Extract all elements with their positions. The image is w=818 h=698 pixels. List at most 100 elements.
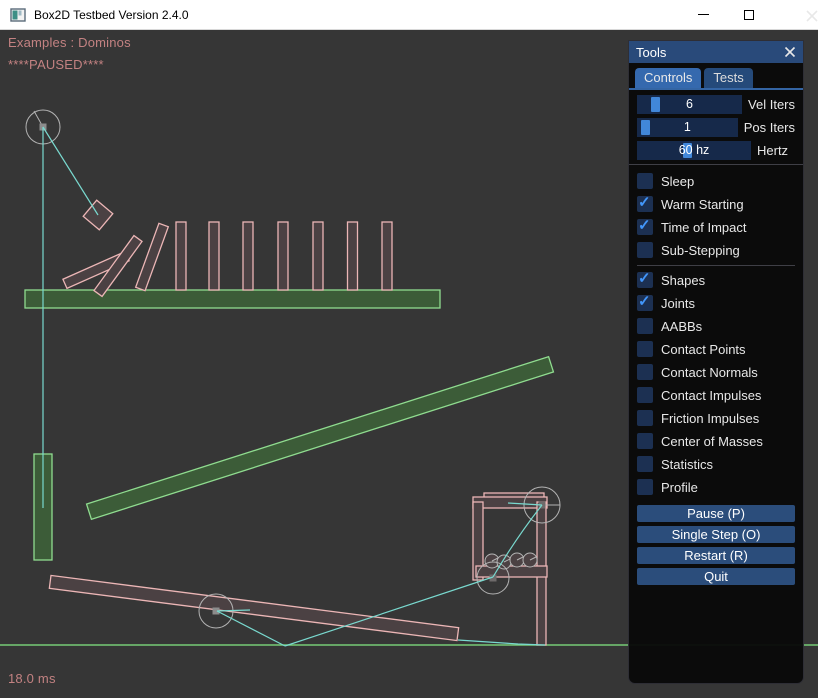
checkbox[interactable]: ✓ [637,196,653,212]
domino-fallen-3 [136,223,169,290]
checkbox[interactable] [637,242,653,258]
tools-panel-title: Tools [636,45,666,60]
simulation-canvas[interactable]: Examples : Dominos ****PAUSED**** 18.0 m… [0,30,818,698]
checkbox-row-contact-points[interactable]: Contact Points [637,341,795,357]
domino-standing [348,222,358,290]
checkbox-label: Contact Impulses [661,388,761,403]
slider-label: Hertz [757,143,788,158]
checkbox[interactable] [637,318,653,334]
seesaw-plank [49,575,458,640]
slider-hertz[interactable]: 60 hz [637,141,751,160]
button-quit[interactable]: Quit [637,568,795,585]
button-pause-p[interactable]: Pause (P) [637,505,795,522]
checkbox-row-profile[interactable]: Profile [637,479,795,495]
checkbox[interactable] [637,410,653,426]
button-restart-r[interactable]: Restart (R) [637,547,795,564]
checkmark-icon: ✓ [638,216,651,234]
sliders-section: 6 Vel Iters 1 Pos Iters 60 hz Hertz [629,90,803,160]
tab-tests[interactable]: Tests [704,68,752,88]
slider-label: Pos Iters [744,120,795,135]
checkboxes-section: Sleep ✓ Warm Starting ✓ Time of Impact Sub-St… [629,171,803,495]
maximize-icon [744,10,754,20]
slider-value: 6 [637,95,742,114]
checkbox-label: AABBs [661,319,702,334]
checkbox[interactable] [637,479,653,495]
slider-vel-iters[interactable]: 6 [637,95,742,114]
checkbox[interactable]: ✓ [637,219,653,235]
minimize-icon [698,14,709,15]
app-window: Box2D Testbed Version 2.4.0 Examples : D… [0,0,818,698]
checkbox-label: Time of Impact [661,220,746,235]
checkbox-label: Profile [661,480,698,495]
domino-standing [313,222,323,290]
checkbox[interactable] [637,341,653,357]
checkbox-label: Joints [661,296,695,311]
checkbox-label: Sub-Stepping [661,243,740,258]
example-label: Examples : Dominos [8,35,131,50]
slider-value: 1 [637,118,738,137]
checkbox[interactable] [637,456,653,472]
checkbox-label: Center of Masses [661,434,763,449]
checkbox[interactable]: ✓ [637,272,653,288]
checkbox-row-contact-normals[interactable]: Contact Normals [637,364,795,380]
checkmark-icon: ✓ [638,269,651,287]
tools-close-icon[interactable] [784,46,796,58]
slider-value: 60 hz [637,141,751,160]
slider-row: 1 Pos Iters [637,118,795,137]
slider-pos-iters[interactable]: 1 [637,118,738,137]
checkbox-row-center-of-masses[interactable]: Center of Masses [637,433,795,449]
checkmark-icon: ✓ [638,292,651,310]
domino-standing [209,222,219,290]
separator [629,164,803,165]
checkbox[interactable] [637,173,653,189]
button-single-step-o[interactable]: Single Step (O) [637,526,795,543]
maximize-button[interactable] [726,0,772,29]
checkbox-row-statistics[interactable]: Statistics [637,456,795,472]
checkbox-row-joints[interactable]: ✓ Joints [637,295,795,311]
checkbox-row-time-of-impact[interactable]: ✓ Time of Impact [637,219,795,235]
minimize-button[interactable] [680,0,726,29]
paused-label: ****PAUSED**** [8,57,104,72]
checkbox[interactable] [637,433,653,449]
checkmark-icon: ✓ [638,193,651,211]
close-icon [806,9,818,21]
checkbox[interactable] [637,387,653,403]
separator [637,265,795,266]
frame-time-label: 18.0 ms [8,671,56,686]
slider-label: Vel Iters [748,97,795,112]
checkbox-row-shapes[interactable]: ✓ Shapes [637,272,795,288]
checkbox-label: Sleep [661,174,694,189]
tools-panel-titlebar[interactable]: Tools [629,41,803,63]
checkbox-row-aabbs[interactable]: AABBs [637,318,795,334]
domino-standing [243,222,253,290]
slider-row: 6 Vel Iters [637,95,795,114]
app-icon [10,7,26,23]
checkbox-label: Contact Points [661,342,746,357]
checkbox-label: Contact Normals [661,365,758,380]
checkbox-row-sub-stepping[interactable]: Sub-Stepping [637,242,795,258]
window-title: Box2D Testbed Version 2.4.0 [34,8,189,22]
tabbar: ControlsTests [629,63,803,90]
domino-platform [25,290,440,308]
frame-shelf [476,566,547,577]
checkbox-row-sleep[interactable]: Sleep [637,173,795,189]
buttons-section: Pause (P) Single Step (O) Restart (R) Quit [629,502,803,585]
checkbox-row-warm-starting[interactable]: ✓ Warm Starting [637,196,795,212]
window-titlebar: Box2D Testbed Version 2.4.0 [0,0,818,30]
slider-row: 60 hz Hertz [637,141,795,160]
domino-standing [382,222,392,290]
checkbox-label: Friction Impulses [661,411,759,426]
checkbox-label: Shapes [661,273,705,288]
checkbox[interactable] [637,364,653,380]
tab-controls[interactable]: Controls [635,68,701,88]
checkbox-row-contact-impulses[interactable]: Contact Impulses [637,387,795,403]
checkbox-label: Statistics [661,457,713,472]
domino-standing [176,222,186,290]
checkbox[interactable]: ✓ [637,295,653,311]
checkbox-label: Warm Starting [661,197,744,212]
close-button[interactable] [772,0,818,29]
checkbox-row-friction-impulses[interactable]: Friction Impulses [637,410,795,426]
frame-top-bar [473,497,547,508]
domino-standing [278,222,288,290]
tools-panel: Tools ControlsTests 6 Vel Iters 1 Pos Iters… [628,40,804,684]
